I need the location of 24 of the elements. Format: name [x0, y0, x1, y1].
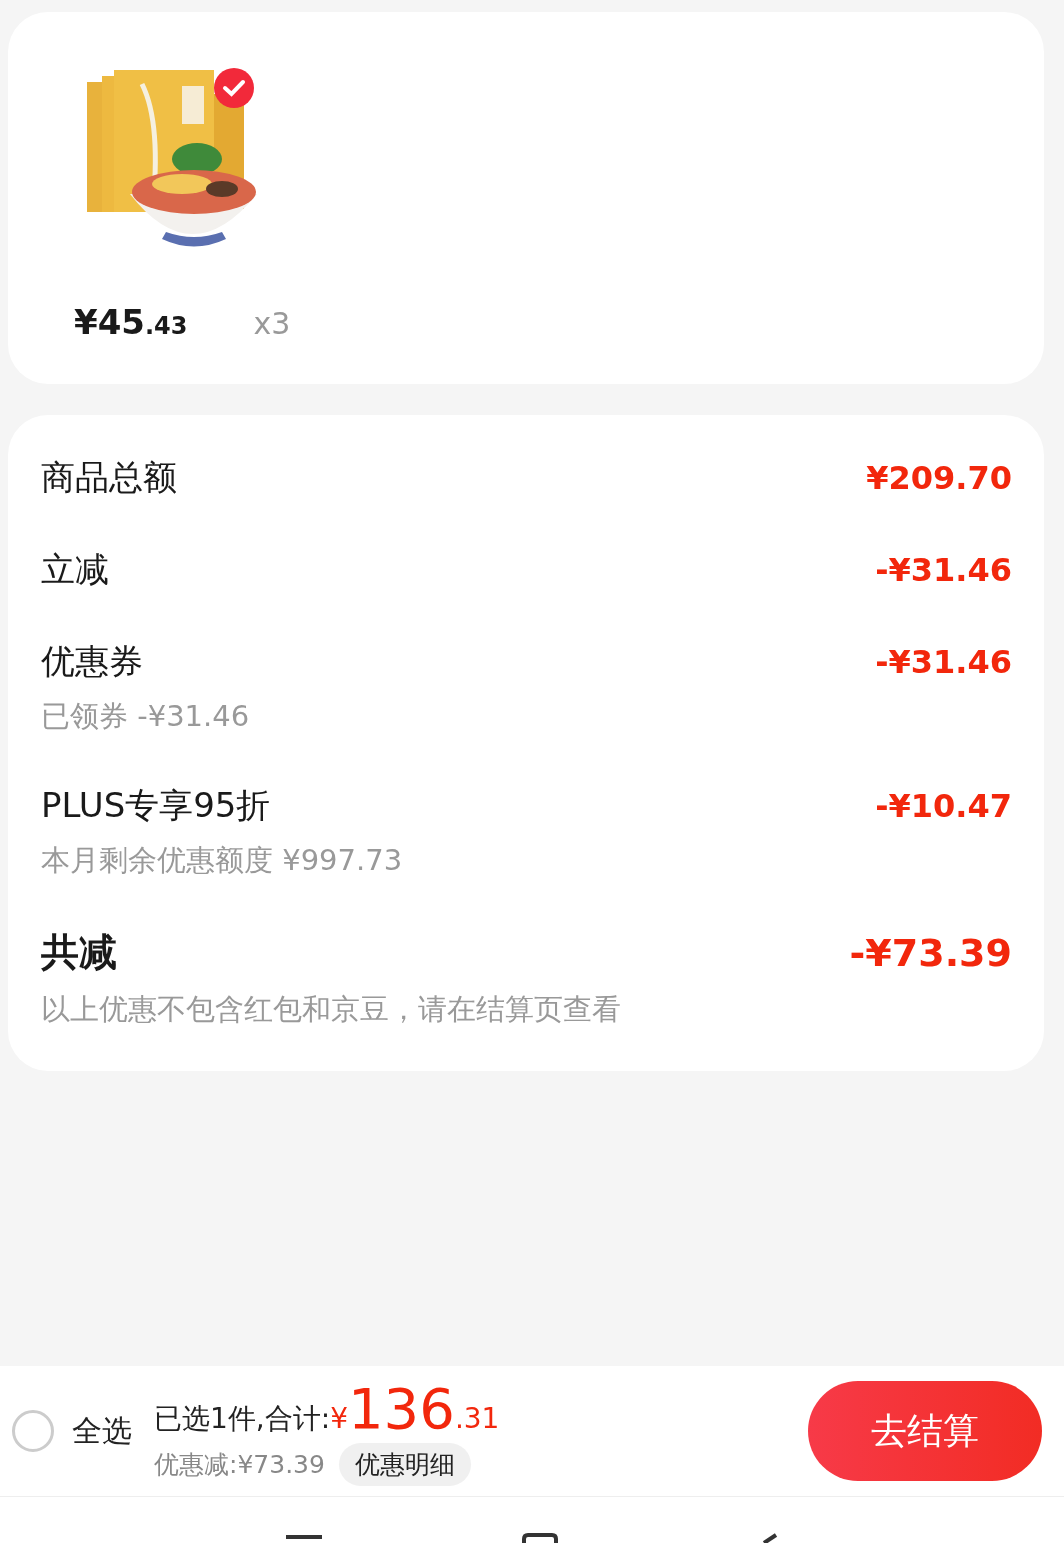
- row-note: 本月剩余优惠额度 ¥997.73: [41, 842, 404, 879]
- select-all-radio[interactable]: [12, 1410, 54, 1452]
- checkout-button[interactable]: 去结算: [808, 1381, 1042, 1481]
- selected-count: 已选1件,合计:: [154, 1401, 331, 1437]
- home-icon[interactable]: [522, 1533, 558, 1543]
- row-note: 已领券 -¥31.46: [41, 698, 251, 735]
- row-amount: -¥31.46: [875, 643, 1012, 681]
- quantity: x3: [253, 306, 291, 341]
- row-amount: -¥73.39: [849, 930, 1012, 975]
- discount-text: 优惠减:¥73.39: [154, 1449, 325, 1481]
- discount-detail-button[interactable]: 优惠明细: [338, 1443, 471, 1486]
- check-icon[interactable]: [214, 68, 254, 108]
- row-label: 共减: [41, 929, 117, 976]
- row-amount: -¥10.47: [875, 787, 1012, 825]
- total-price: ¥136.31: [330, 1376, 500, 1441]
- row-label: PLUS专享95折: [41, 784, 271, 827]
- row-label: 优惠券: [41, 640, 143, 683]
- row-label: 立减: [41, 548, 109, 591]
- item-price: ¥45.43: [74, 302, 188, 342]
- row-amount: ¥209.70: [866, 459, 1012, 497]
- select-all-label[interactable]: 全选: [72, 1410, 132, 1452]
- row-note: 以上优惠不包含红包和京豆，请在结算页查看: [41, 991, 622, 1028]
- row-amount: -¥31.46: [875, 551, 1012, 589]
- row-label: 商品总额: [41, 456, 177, 499]
